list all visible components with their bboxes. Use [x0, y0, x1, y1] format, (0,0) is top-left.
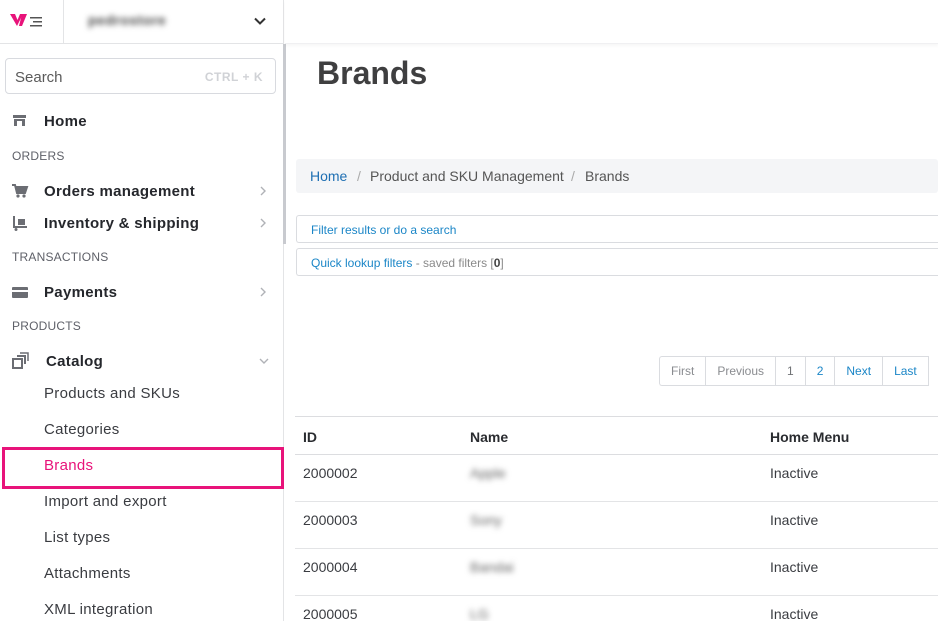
pagination-page-2[interactable]: 2	[806, 357, 836, 385]
pagination-last[interactable]: Last	[883, 357, 929, 385]
sidebar-item-label: Inventory & shipping	[44, 215, 200, 232]
section-label-orders: ORDERS	[12, 149, 65, 163]
quick-lookup-link[interactable]: Quick lookup filters	[311, 256, 412, 270]
admin-app: pedrostore Search CTRL + K Home ORDERS O…	[0, 0, 938, 621]
store-name[interactable]: pedrostore	[88, 12, 166, 28]
cell-id: 2000003	[303, 512, 358, 528]
cell-name[interactable]: LG	[470, 606, 489, 621]
sidebar-item-label: Catalog	[46, 353, 104, 370]
table-row[interactable]: 2000002 Apple Inactive	[295, 455, 938, 502]
sidebar-item-payments[interactable]: Payments	[0, 279, 283, 307]
section-label-transactions: TRANSACTIONS	[12, 250, 109, 264]
page-title: Brands	[317, 55, 428, 91]
chevron-down-icon	[259, 358, 269, 364]
store-switcher[interactable]: pedrostore	[0, 0, 284, 44]
search-shortcut: CTRL + K	[204, 70, 263, 84]
vtex-logo-icon[interactable]	[9, 11, 45, 31]
cell-name[interactable]: Sony	[470, 512, 502, 528]
cart-icon	[12, 184, 29, 198]
pagination-page-1[interactable]: 1	[776, 357, 806, 385]
breadcrumb-current: Brands	[585, 168, 630, 184]
chevron-right-icon	[260, 218, 266, 228]
cell-id: 2000002	[303, 465, 358, 481]
table-row[interactable]: 2000004 Bandai Inactive	[295, 549, 938, 596]
sidebar-scrollbar[interactable]	[283, 44, 286, 244]
sidebar-item-home[interactable]: Home	[0, 108, 283, 136]
divider	[63, 0, 64, 44]
sidebar-subitem-xml-integration[interactable]: XML integration	[44, 601, 153, 618]
brands-table: ID Name Home Menu 2000002 Apple Inactive…	[295, 416, 938, 621]
sidebar-item-label: Payments	[44, 284, 118, 301]
cell-name[interactable]: Apple	[470, 465, 506, 481]
section-label-products: PRODUCTS	[12, 319, 81, 333]
sidebar-item-label: Orders management	[44, 183, 195, 200]
filter-search-panel[interactable]: Filter results or do a search	[296, 215, 938, 243]
sidebar-subitem-categories[interactable]: Categories	[44, 421, 120, 438]
breadcrumb: Home / Product and SKU Management / Bran…	[296, 159, 938, 193]
breadcrumb-separator: /	[357, 168, 361, 184]
forklift-icon	[13, 216, 27, 231]
search-input[interactable]: Search CTRL + K	[5, 58, 276, 94]
filter-search-link[interactable]: Filter results or do a search	[311, 223, 456, 237]
table-row[interactable]: 2000005 LG Inactive	[295, 596, 938, 621]
pagination: First Previous 1 2 Next Last	[659, 356, 929, 386]
sidebar-item-label: Home	[44, 113, 87, 130]
chevron-down-icon[interactable]	[252, 13, 268, 29]
sidebar-subitem-import-export[interactable]: Import and export	[44, 493, 167, 510]
cell-id: 2000005	[303, 606, 358, 621]
table-row[interactable]: 2000003 Sony Inactive	[295, 502, 938, 549]
cell-home-menu: Inactive	[770, 606, 819, 621]
saved-filters-suffix: ]	[500, 256, 504, 270]
sidebar-subitem-attachments[interactable]: Attachments	[44, 565, 131, 582]
breadcrumb-home-link[interactable]: Home	[310, 168, 347, 184]
cell-home-menu: Inactive	[770, 559, 819, 575]
search-placeholder: Search	[15, 69, 63, 86]
sidebar-item-catalog[interactable]: Catalog	[0, 348, 283, 376]
quick-lookup-panel[interactable]: Quick lookup filters - saved filters [0]	[296, 248, 938, 276]
column-header-id[interactable]: ID	[303, 429, 317, 445]
catalog-icon	[12, 352, 29, 369]
sidebar-subitem-products-skus[interactable]: Products and SKUs	[44, 385, 180, 402]
cell-name[interactable]: Bandai	[470, 559, 514, 575]
chevron-right-icon	[260, 287, 266, 297]
quick-lookup-row: Quick lookup filters - saved filters [0]	[311, 256, 504, 270]
table-header: ID Name Home Menu	[295, 417, 938, 455]
cell-id: 2000004	[303, 559, 358, 575]
chevron-right-icon	[260, 186, 266, 196]
cell-home-menu: Inactive	[770, 512, 819, 528]
cell-home-menu: Inactive	[770, 465, 819, 481]
sidebar-item-orders-management[interactable]: Orders management	[0, 178, 283, 206]
breadcrumb-separator: /	[571, 168, 575, 184]
pagination-first[interactable]: First	[660, 357, 707, 385]
top-bar	[285, 0, 938, 44]
store-icon	[13, 115, 26, 126]
pagination-next[interactable]: Next	[835, 357, 884, 385]
sidebar: pedrostore Search CTRL + K Home ORDERS O…	[0, 0, 286, 621]
sidebar-subitem-brands[interactable]: Brands	[44, 457, 93, 474]
saved-filters-prefix: - saved filters [	[412, 256, 494, 270]
pagination-previous[interactable]: Previous	[706, 357, 777, 385]
sidebar-subitem-list-types[interactable]: List types	[44, 529, 110, 546]
column-header-name[interactable]: Name	[470, 429, 508, 445]
sidebar-item-inventory-shipping[interactable]: Inventory & shipping	[0, 210, 283, 238]
breadcrumb-product-sku[interactable]: Product and SKU Management	[370, 168, 564, 184]
credit-card-icon	[12, 287, 28, 298]
column-header-home-menu[interactable]: Home Menu	[770, 429, 849, 445]
